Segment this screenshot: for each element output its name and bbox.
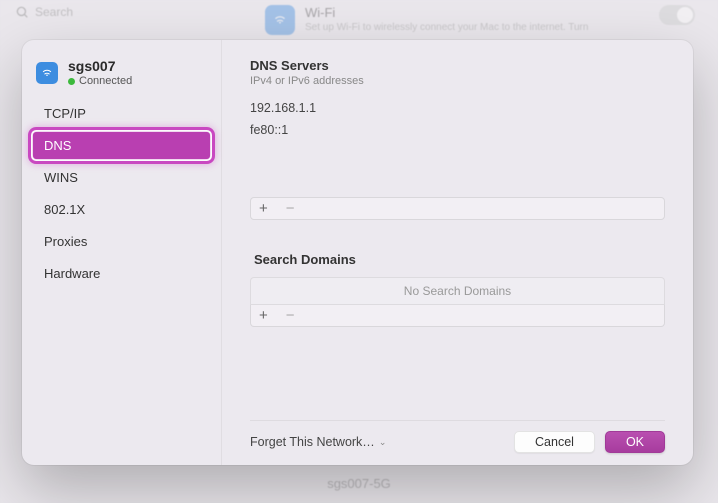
dns-servers-subtitle: IPv4 or IPv6 addresses: [250, 75, 665, 87]
wifi-icon: [41, 67, 53, 79]
chevron-down-icon: ⌄: [379, 437, 387, 448]
bg-wifi-title: Wi-Fi: [305, 5, 588, 20]
bg-search-field: Search: [15, 5, 73, 19]
ok-button[interactable]: OK: [605, 431, 665, 453]
bg-wifi-subtitle: Set up Wi-Fi to wirelessly connect your …: [305, 22, 588, 33]
dns-server-row[interactable]: fe80::1: [250, 119, 665, 141]
wifi-icon-box: [265, 5, 295, 35]
add-dns-button[interactable]: +: [257, 200, 270, 217]
bg-bottom-network: sgs007-5G: [327, 476, 391, 491]
tab-dns[interactable]: DNS: [32, 131, 211, 160]
modal-footer: Forget This Network… ⌄ Cancel OK: [250, 420, 665, 453]
network-status: Connected: [68, 75, 132, 87]
modal-content: DNS Servers IPv4 or IPv6 addresses 192.1…: [222, 40, 693, 465]
add-domain-button[interactable]: +: [257, 307, 270, 324]
network-status-label: Connected: [79, 75, 132, 87]
search-domains-empty[interactable]: No Search Domains: [250, 277, 665, 305]
forget-network-label: Forget This Network…: [250, 435, 375, 449]
dns-servers-title: DNS Servers: [250, 58, 665, 73]
search-domains-title: Search Domains: [250, 252, 665, 267]
status-dot-icon: [68, 78, 75, 85]
tab-hardware[interactable]: Hardware: [32, 259, 211, 288]
cancel-button[interactable]: Cancel: [514, 431, 595, 453]
dns-servers-list[interactable]: 192.168.1.1 fe80::1: [250, 97, 665, 141]
tab-list: TCP/IP DNS WINS 802.1X Proxies Hardware: [22, 99, 221, 288]
bg-wifi-card: Wi-Fi Set up Wi-Fi to wirelessly connect…: [255, 0, 703, 40]
search-domains-button-row: + −: [250, 305, 665, 327]
tab-8021x[interactable]: 802.1X: [32, 195, 211, 224]
network-settings-modal: sgs007 Connected TCP/IP DNS WINS 802.1X …: [22, 40, 693, 465]
dns-server-row[interactable]: 192.168.1.1: [250, 97, 665, 119]
tab-proxies[interactable]: Proxies: [32, 227, 211, 256]
forget-network-button[interactable]: Forget This Network… ⌄: [250, 435, 386, 449]
remove-dns-button[interactable]: −: [284, 200, 297, 217]
bg-bottom-bar: sgs007-5G: [15, 468, 703, 498]
bg-search-placeholder: Search: [35, 5, 73, 19]
tab-tcpip[interactable]: TCP/IP: [32, 99, 211, 128]
wifi-toggle: [659, 5, 695, 25]
network-header: sgs007 Connected: [22, 52, 221, 99]
search-icon: [15, 5, 29, 19]
modal-sidebar: sgs007 Connected TCP/IP DNS WINS 802.1X …: [22, 40, 222, 465]
wifi-icon: [273, 13, 287, 27]
dns-button-row: + −: [250, 197, 665, 220]
network-icon-box: [36, 62, 58, 84]
network-name: sgs007: [68, 58, 132, 74]
tab-wins[interactable]: WINS: [32, 163, 211, 192]
remove-domain-button[interactable]: −: [284, 307, 297, 324]
